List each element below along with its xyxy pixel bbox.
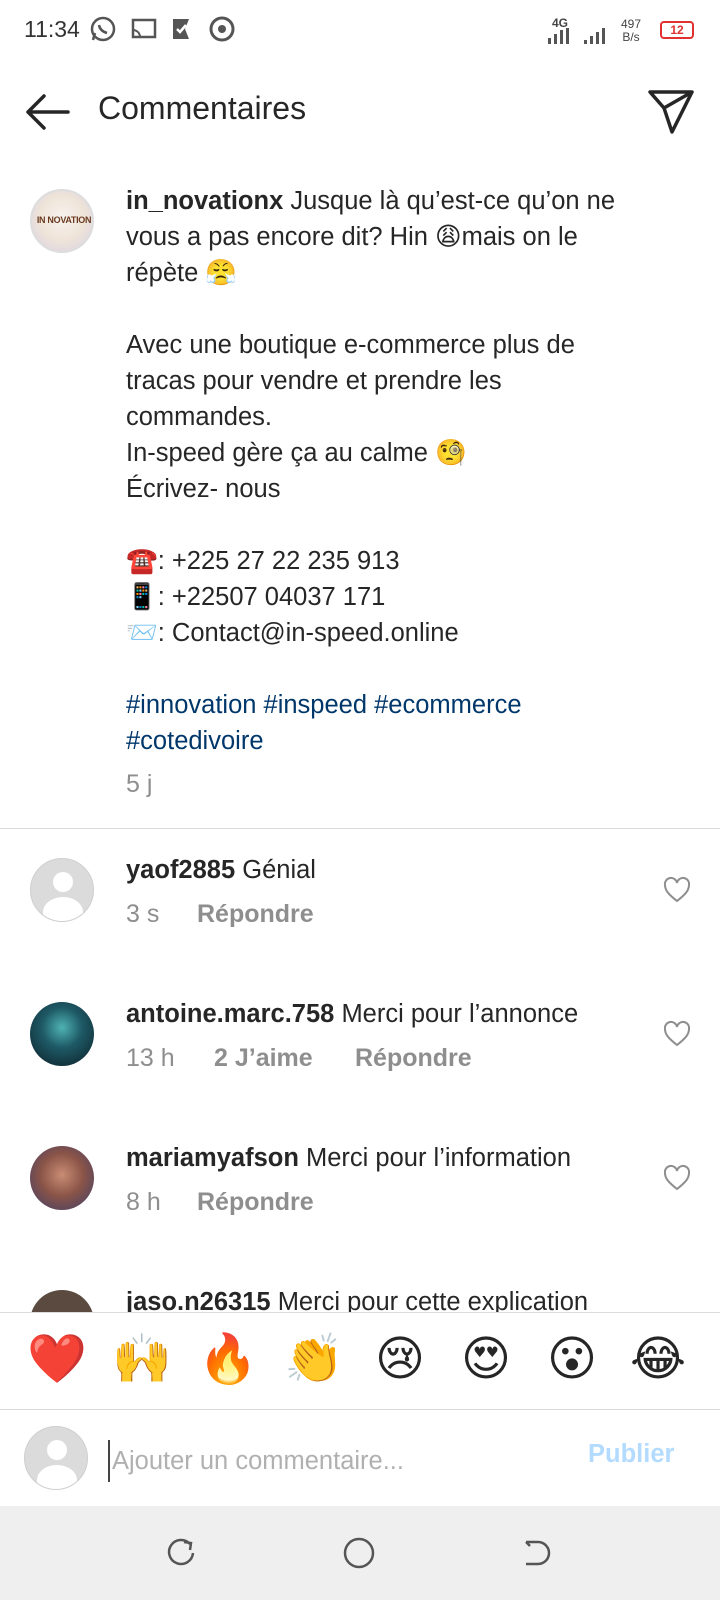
comment-username[interactable]: mariamyafson	[126, 1144, 299, 1172]
raised-hands-emoji-button[interactable]: 🙌	[110, 1330, 174, 1390]
comment-input[interactable]	[108, 1440, 554, 1482]
comment-username[interactable]: antoine.marc.758	[126, 1000, 334, 1028]
heart-eyes-emoji-button[interactable]: 😍	[454, 1330, 518, 1390]
comment-text: mariamyafson Merci pour l’information	[126, 1144, 571, 1173]
home-icon[interactable]	[342, 1536, 376, 1575]
back-arrow-icon[interactable]	[22, 90, 72, 134]
divider	[0, 828, 720, 829]
heart-icon[interactable]	[662, 875, 692, 905]
task-check-icon	[167, 14, 197, 44]
status-time: 11:34	[24, 16, 80, 42]
comment-avatar[interactable]	[30, 1146, 94, 1210]
comment-body: Génial	[235, 856, 316, 884]
reply-button[interactable]: Répondre	[197, 1188, 314, 1217]
heart-emoji-button[interactable]: ❤️	[25, 1330, 89, 1390]
caption-avatar[interactable]: IN NOVATION	[30, 189, 94, 253]
speed-unit: B/s	[622, 30, 640, 44]
comment-time: 3 s	[126, 900, 160, 928]
page-title: Commentaires	[98, 90, 307, 126]
chrome-icon	[207, 14, 237, 44]
back-nav-icon[interactable]	[520, 1536, 554, 1575]
reply-button[interactable]: Répondre	[355, 1044, 472, 1073]
avatar-logo-text: IN NOVATION	[36, 215, 92, 225]
cast-icon	[129, 14, 159, 44]
publish-button[interactable]: Publier	[588, 1440, 674, 1469]
comment-time: 13 h	[126, 1044, 175, 1072]
signal-icon	[548, 28, 618, 49]
user-avatar	[24, 1426, 88, 1490]
caption-body: Jusque là qu’est-ce qu’on ne vous a pas …	[126, 187, 616, 647]
comment-time: 8 h	[126, 1188, 161, 1216]
clapping-emoji-button[interactable]: 👏	[282, 1330, 346, 1390]
send-icon[interactable]	[646, 88, 696, 136]
comment-text: yaof2885 Génial	[126, 856, 316, 885]
reply-button[interactable]: Répondre	[197, 900, 314, 929]
caption-text: in_novationx Jusque là qu’est-ce qu’on n…	[126, 183, 646, 759]
laughing-emoji-button[interactable]: 😂	[626, 1330, 690, 1390]
comment-avatar[interactable]	[30, 858, 94, 922]
network-speed: 497 B/s	[621, 18, 641, 44]
comment-avatar[interactable]	[30, 1002, 94, 1066]
caption-hashtags[interactable]: #innovation #inspeed #ecommerce #cotediv…	[126, 691, 529, 755]
emoji-quick-bar	[0, 1312, 720, 1410]
whatsapp-icon	[88, 14, 118, 44]
comment-text: antoine.marc.758 Merci pour l’annonce	[126, 1000, 578, 1029]
comment-username[interactable]: yaof2885	[126, 856, 235, 884]
crying-emoji-button[interactable]: 😢	[368, 1330, 432, 1390]
heart-icon[interactable]	[662, 1163, 692, 1193]
comment-body: Merci pour l’information	[298, 1144, 572, 1172]
battery-icon: 12	[660, 21, 694, 39]
caption-time: 5 j	[126, 770, 153, 798]
comment-body: Merci pour l’annonce	[334, 1000, 579, 1028]
recent-apps-icon[interactable]	[164, 1536, 198, 1575]
likes-count[interactable]: 2 J’aime	[214, 1044, 313, 1073]
surprised-emoji-button[interactable]: 😮	[540, 1330, 604, 1390]
caption-username[interactable]: in_novationx	[126, 187, 283, 215]
fire-emoji-button[interactable]: 🔥	[196, 1330, 260, 1390]
heart-icon[interactable]	[662, 1019, 692, 1049]
